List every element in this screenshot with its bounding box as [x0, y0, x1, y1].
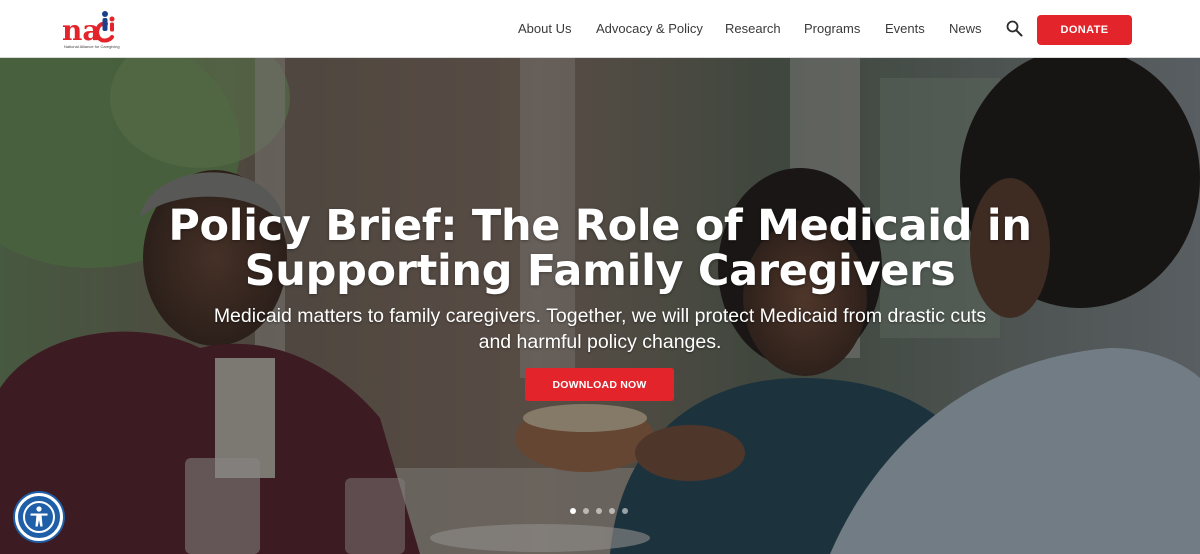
svg-text:na: na	[62, 14, 101, 44]
carousel-dot-5[interactable]	[622, 508, 628, 514]
nav-item-advocacy-policy[interactable]: Advocacy & Policy	[596, 21, 703, 36]
carousel-dot-3[interactable]	[596, 508, 602, 514]
hero-title-line-1: Policy Brief: The Role of Medicaid in	[168, 201, 1032, 251]
site-logo[interactable]: na National Alliance for Caregiving	[62, 6, 126, 52]
nav-item-research[interactable]: Research	[725, 21, 781, 36]
nav-item-about-us[interactable]: About Us	[518, 21, 571, 36]
nav-item-news[interactable]: News	[949, 21, 982, 36]
nac-logo-mark: na	[62, 11, 115, 44]
search-button[interactable]	[1006, 20, 1023, 37]
download-now-button[interactable]: DOWNLOAD NOW	[525, 368, 674, 401]
hero-title: Policy Brief: The Role of Medicaid in Su…	[100, 204, 1100, 294]
hero-subtitle-line-1: Medicaid matters to family caregivers. T…	[213, 305, 987, 327]
carousel-dot-1[interactable]	[570, 508, 576, 514]
hero-subtitle-line-2: and harmful policy changes.	[478, 331, 722, 353]
hero-title-line-2: Supporting Family Caregivers	[244, 246, 956, 296]
accessibility-button[interactable]	[15, 493, 63, 541]
hero-subtitle: Medicaid matters to family caregivers. T…	[150, 303, 1050, 355]
nav-item-events[interactable]: Events	[885, 21, 925, 36]
donate-button[interactable]: DONATE	[1037, 15, 1132, 45]
nav-item-programs[interactable]: Programs	[804, 21, 860, 36]
site-header: na National Alliance for Caregiving Abou…	[0, 0, 1200, 58]
logo-tagline: National Alliance for Caregiving	[64, 44, 120, 49]
search-icon	[1006, 20, 1023, 37]
carousel-dot-2[interactable]	[583, 508, 589, 514]
accessibility-icon	[23, 501, 55, 533]
carousel-dot-4[interactable]	[609, 508, 615, 514]
hero-carousel: Policy Brief: The Role of Medicaid in Su…	[0, 58, 1200, 554]
